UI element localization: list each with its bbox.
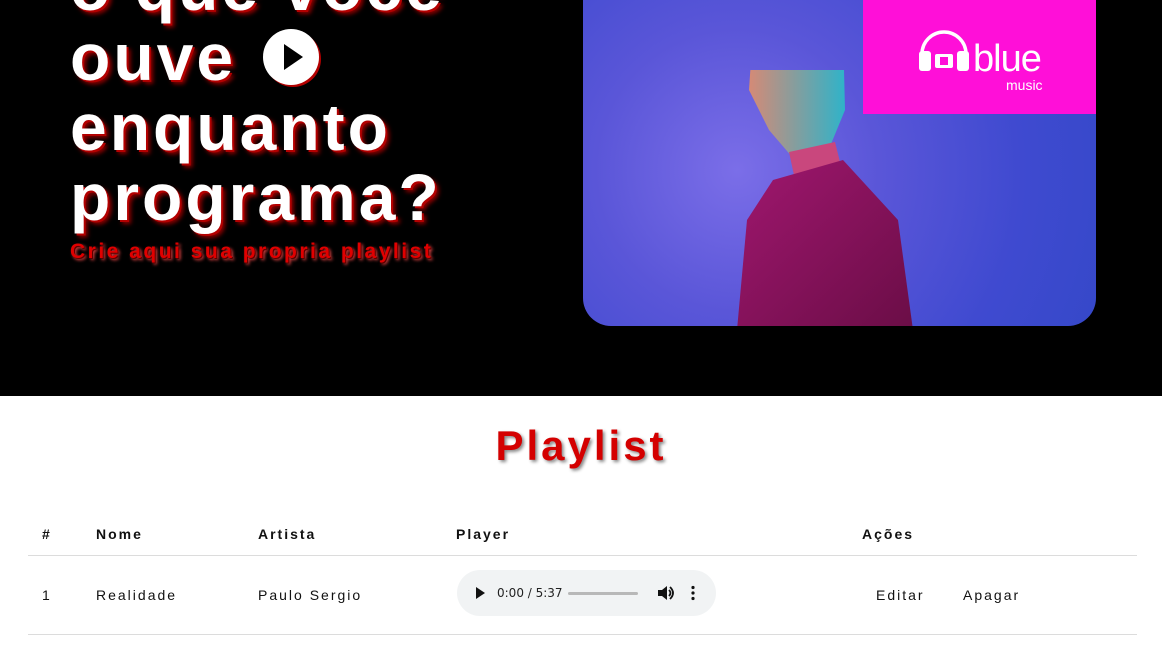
hero-title-line-4: programa?	[70, 160, 442, 234]
hero-image: blue music	[583, 0, 1096, 326]
play-circle-icon	[263, 28, 320, 85]
hero-title-line-2: ouve	[70, 22, 550, 92]
audio-player[interactable]: 0:00 / 5:37	[457, 570, 716, 616]
seek-bar[interactable]	[568, 592, 638, 595]
volume-icon[interactable]	[657, 585, 675, 601]
play-icon[interactable]	[476, 587, 485, 599]
column-header-index: #	[42, 526, 52, 542]
hero-title: o que você ouve enquanto programa?	[70, 0, 550, 232]
table-row: 1 Realidade Paulo Sergio 0:00 / 5:37 Edi…	[28, 556, 1137, 635]
hero-title-line-3: enquanto	[70, 90, 391, 164]
headphones-logo-icon	[919, 30, 969, 71]
blue-music-logo: blue music	[916, 18, 1056, 93]
column-header-name: Nome	[96, 526, 143, 542]
hero-section: o que você ouve enquanto programa? Crie …	[0, 0, 1162, 396]
more-options-icon[interactable]	[691, 585, 695, 601]
hero-subtitle: Crie aqui sua propria playlist	[70, 240, 434, 263]
edit-button[interactable]: Editar	[876, 587, 925, 603]
row-name: Realidade	[96, 587, 178, 603]
hero-title-line-2-text: ouve	[70, 20, 237, 94]
player-time: 0:00 / 5:37	[497, 586, 563, 600]
table-header-row: # Nome Artista Player Ações	[28, 512, 1137, 556]
row-index: 1	[42, 587, 52, 603]
delete-button[interactable]: Apagar	[963, 587, 1020, 603]
hero-title-line-1: o que você	[70, 0, 550, 22]
playlist-title: Playlist	[495, 422, 667, 469]
playlist-table: # Nome Artista Player Ações 1 Realidade …	[28, 512, 1137, 635]
column-header-actions: Ações	[862, 526, 915, 542]
logo-word: blue	[973, 38, 1042, 80]
logo-sub: music	[1006, 77, 1043, 93]
column-header-artist: Artista	[258, 526, 317, 542]
row-artist: Paulo Sergio	[258, 587, 363, 603]
column-header-player: Player	[456, 526, 511, 542]
person-with-headphones-illustration	[737, 70, 913, 326]
